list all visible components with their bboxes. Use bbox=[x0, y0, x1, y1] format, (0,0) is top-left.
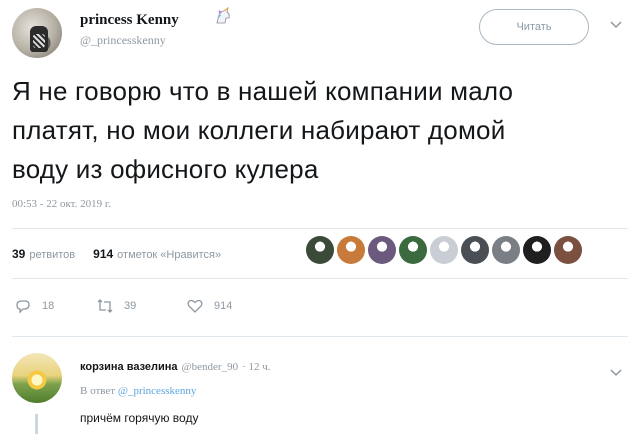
liker-avatar[interactable] bbox=[306, 236, 334, 264]
reply-to-line: В ответ @_princesskenny bbox=[80, 385, 196, 397]
reply-text: причём горячую воду bbox=[80, 411, 199, 425]
divider bbox=[12, 336, 628, 337]
chevron-down-icon[interactable] bbox=[609, 17, 623, 31]
tweet-text-line: воду из офисного кулера bbox=[12, 154, 319, 184]
heart-icon bbox=[187, 299, 203, 313]
reply-time[interactable]: · 12 ч. bbox=[242, 361, 270, 373]
liker-avatar[interactable] bbox=[554, 236, 582, 264]
liker-avatar[interactable] bbox=[523, 236, 551, 264]
liker-avatar[interactable] bbox=[430, 236, 458, 264]
tweet-text: Я не говорю что в нашей компании мало пл… bbox=[12, 72, 622, 189]
reply-action[interactable]: 18 bbox=[14, 297, 54, 315]
chevron-down-icon[interactable] bbox=[609, 365, 623, 379]
likes-label[interactable]: отметок «Нравится» bbox=[117, 249, 221, 261]
unicorn-icon bbox=[216, 7, 230, 24]
reply-handle[interactable]: @bender_90 bbox=[182, 361, 239, 373]
liker-avatar[interactable] bbox=[337, 236, 365, 264]
divider bbox=[12, 278, 628, 279]
follow-button[interactable]: Читать bbox=[479, 9, 589, 45]
retweets-count[interactable]: 39 bbox=[12, 247, 25, 261]
like-action[interactable]: 914 bbox=[186, 297, 232, 315]
reply-avatar[interactable] bbox=[12, 353, 62, 403]
avatar-pattern bbox=[33, 34, 45, 48]
liker-avatar[interactable] bbox=[399, 236, 427, 264]
reply-count: 18 bbox=[42, 300, 55, 312]
retweet-icon bbox=[97, 299, 113, 313]
retweet-count: 39 bbox=[124, 300, 137, 312]
reply-display-name[interactable]: корзина вазелина bbox=[80, 361, 178, 373]
retweet-action[interactable]: 39 bbox=[96, 297, 136, 315]
likes-count[interactable]: 914 bbox=[93, 247, 113, 261]
author-avatar[interactable] bbox=[12, 8, 62, 58]
author-handle[interactable]: @_princesskenny bbox=[80, 33, 166, 48]
liker-avatar[interactable] bbox=[368, 236, 396, 264]
tweet-text-line: Я не говорю что в нашей компании мало bbox=[12, 76, 514, 106]
reply-to-handle-link[interactable]: @_princesskenny bbox=[118, 385, 197, 397]
reply-header: корзина вазелина @bender_90 · 12 ч. bbox=[80, 361, 271, 373]
tweet-text-line: платят, но мои коллеги набирают домой bbox=[12, 115, 506, 145]
liker-avatars bbox=[306, 236, 582, 266]
liker-avatar[interactable] bbox=[461, 236, 489, 264]
thread-line bbox=[35, 414, 38, 434]
divider bbox=[12, 228, 628, 229]
avatar-sun bbox=[26, 369, 48, 391]
retweets-label[interactable]: ретвитов bbox=[29, 249, 75, 261]
reply-icon bbox=[16, 300, 30, 314]
tweet-timestamp[interactable]: 00:53 - 22 окт. 2019 г. bbox=[12, 198, 111, 210]
liker-avatar[interactable] bbox=[492, 236, 520, 264]
reply-to-prefix: В ответ bbox=[80, 385, 116, 397]
tweet-stats: 39 ретвитов 914 отметок «Нравится» bbox=[12, 247, 221, 261]
author-display-name[interactable]: princess Kenny bbox=[80, 12, 179, 29]
like-count: 914 bbox=[214, 300, 233, 312]
